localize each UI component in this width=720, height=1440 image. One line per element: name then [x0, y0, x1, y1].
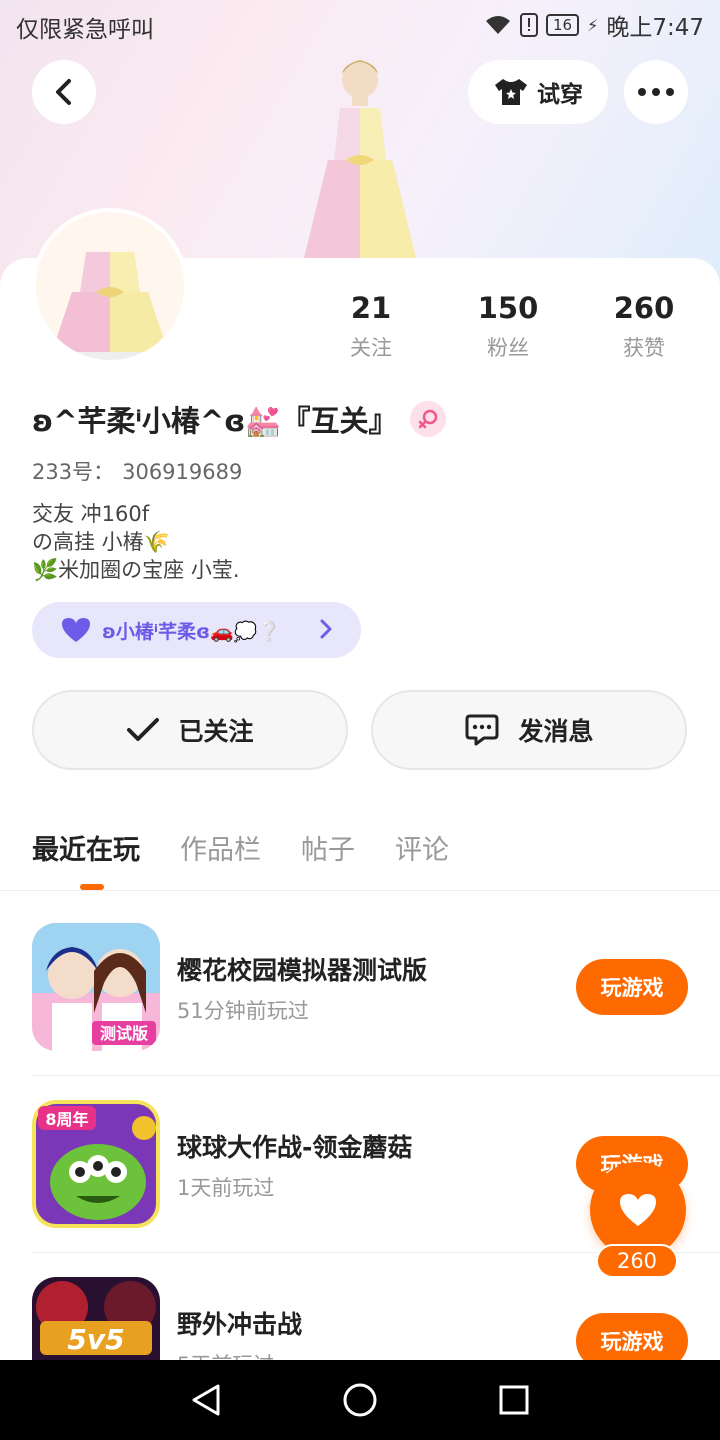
nav-home-icon[interactable]: [342, 1382, 378, 1418]
tab-works[interactable]: 作品栏: [180, 828, 261, 867]
game-last-played: 51分钟前玩过: [177, 999, 309, 1023]
more-dots-icon: [638, 88, 674, 96]
uid-label: 233号：: [32, 460, 115, 484]
more-button[interactable]: [624, 60, 688, 124]
list-item[interactable]: 测试版 樱花校园模拟器测试版 51分钟前玩过 玩游戏: [0, 923, 720, 1099]
chat-bubble-icon: [465, 714, 499, 746]
profile-tabs: 最近在玩 作品栏 帖子 评论: [32, 828, 449, 867]
divider: [0, 890, 720, 891]
club-label: ʚ小椿ⁱ芊柔ɞ🚗💭❔: [102, 620, 281, 643]
bio-line: の高挂 小椿🌾: [32, 530, 170, 554]
stat-following-label: 关注: [350, 336, 392, 360]
tab-comments[interactable]: 评论: [395, 828, 449, 867]
game-last-played: 5天前玩过: [177, 1349, 274, 1360]
list-item[interactable]: 5v5 野外冲击战 5天前玩过 玩游戏: [0, 1277, 720, 1360]
wifi-icon: [486, 16, 511, 34]
clock: 晚上7:47: [606, 15, 704, 41]
game-last-played: 1天前玩过: [177, 1176, 275, 1200]
system-nav-bar: [0, 1360, 720, 1440]
character-figure: [304, 60, 416, 258]
stat-likes-label: 获赞: [623, 336, 665, 360]
tryon-label: 试穿: [537, 82, 583, 108]
bio-line: 交友 冲160f: [32, 502, 150, 526]
club-chip[interactable]: ʚ小椿ⁱ芊柔ɞ🚗💭❔: [32, 602, 361, 658]
tab-posts[interactable]: 帖子: [301, 828, 355, 867]
nickname: ʚ^芊柔ⁱ小椿^ɞ💒『互关』: [32, 404, 398, 438]
message-button[interactable]: 发消息: [371, 690, 687, 770]
follow-button[interactable]: 已关注: [32, 690, 348, 770]
game-title: 球球大作战-领金蘑菇: [177, 1133, 413, 1162]
check-icon: [127, 718, 160, 741]
charging-icon: ⚡: [587, 15, 599, 35]
message-label: 发消息: [518, 717, 594, 746]
game-icon: 5v5: [32, 1277, 160, 1360]
tab-recently-played[interactable]: 最近在玩: [32, 828, 140, 867]
heart-icon: [62, 618, 90, 642]
battery-indicator: 16: [546, 14, 580, 36]
back-button[interactable]: [32, 60, 96, 124]
uid-value: 306919689: [122, 460, 243, 484]
stat-likes-value: 260: [613, 291, 675, 325]
play-game-button[interactable]: 玩游戏: [576, 1313, 688, 1360]
heart-icon: [620, 1194, 656, 1226]
stat-followers[interactable]: 150 粉丝: [453, 290, 563, 362]
nav-back-icon[interactable]: [190, 1383, 222, 1417]
shirt-icon: [495, 79, 527, 105]
alert-icon: [520, 13, 539, 37]
play-game-button[interactable]: 玩游戏: [576, 959, 688, 1015]
avatar-image: [36, 212, 184, 360]
game-title: 樱花校园模拟器测试版: [177, 956, 428, 985]
game-title: 野外冲击战: [177, 1310, 303, 1339]
stat-likes[interactable]: 260 获赞: [589, 290, 699, 362]
status-bar: 仅限紧急呼叫 16 ⚡ 晚上7:47: [0, 0, 720, 50]
carrier-text: 仅限紧急呼叫: [16, 17, 154, 43]
follow-label: 已关注: [178, 717, 254, 746]
game-badge: 5v5: [67, 1323, 124, 1356]
nav-recents-icon[interactable]: [498, 1384, 530, 1416]
stat-followers-label: 粉丝: [487, 336, 529, 360]
bio-line: 🌿米加圈の宝座 小莹.: [32, 558, 240, 582]
stat-following[interactable]: 21 关注: [316, 290, 426, 362]
tryon-button[interactable]: 试穿: [468, 60, 608, 124]
game-icon: 测试版: [32, 923, 160, 1051]
chevron-right-icon: [320, 619, 332, 639]
game-icon: 8周年: [32, 1100, 160, 1228]
avatar[interactable]: [32, 208, 188, 364]
stat-followers-value: 150: [477, 291, 539, 325]
stat-following-value: 21: [350, 291, 392, 325]
like-count: 260: [596, 1244, 678, 1278]
divider: [32, 1075, 720, 1076]
user-id: 233号： 306919689: [32, 456, 242, 486]
female-icon: [410, 401, 446, 437]
game-badge: 测试版: [100, 1024, 148, 1043]
game-badge: 8周年: [45, 1110, 88, 1129]
bio: 交友 冲160f の高挂 小椿🌾 🌿米加圈の宝座 小莹.: [32, 500, 240, 584]
chevron-left-icon: [56, 79, 71, 105]
